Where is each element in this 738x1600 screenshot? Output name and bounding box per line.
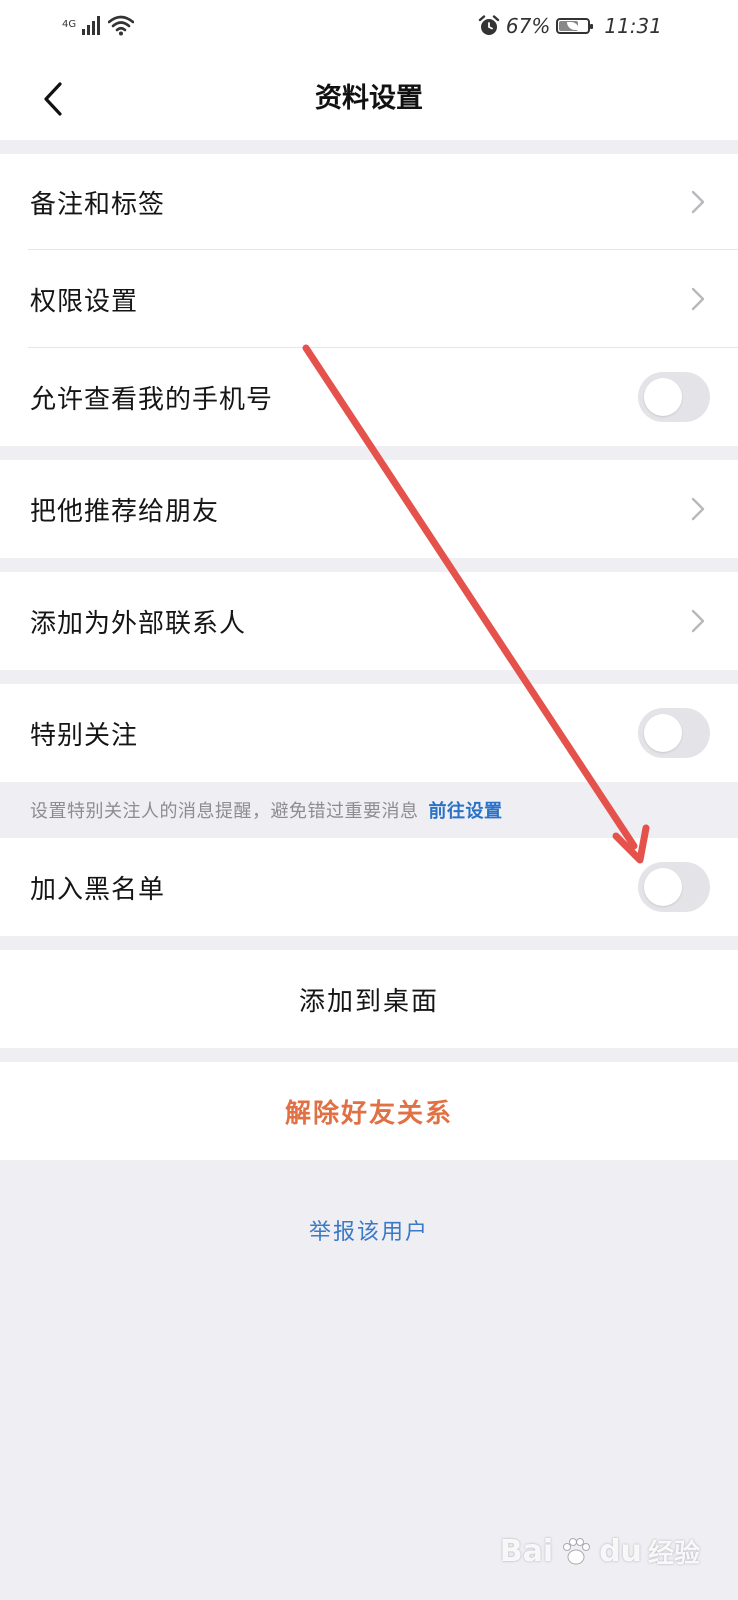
toggle-knob	[644, 378, 682, 416]
row-label: 允许查看我的手机号	[30, 384, 274, 415]
chevron-right-icon	[691, 609, 705, 633]
remove-friend-button[interactable]: 解除好友关系	[0, 1062, 738, 1160]
row-allow-phone: 允许查看我的手机号	[0, 348, 738, 446]
add-to-desktop-label: 添加到桌面	[298, 986, 439, 1017]
row-special-follow: 特别关注	[0, 684, 738, 782]
watermark-jingyan: 经验	[647, 1539, 700, 1569]
status-right: 67% 11:31	[478, 14, 662, 38]
row-permissions[interactable]: 权限设置	[0, 250, 738, 348]
battery-percent: 67%	[505, 14, 551, 38]
toggle-knob	[644, 868, 682, 906]
row-external-contact[interactable]: 添加为外部联系人	[0, 572, 738, 670]
add-to-desktop-button[interactable]: 添加到桌面	[0, 950, 738, 1048]
chevron-right-icon	[691, 190, 705, 214]
row-notes-tags[interactable]: 备注和标签	[0, 154, 738, 250]
hint-text: 设置特别关注人的消息提醒，避免错过重要消息	[30, 801, 419, 822]
special-follow-hint: 设置特别关注人的消息提醒，避免错过重要消息 前往设置	[0, 782, 738, 838]
wifi-icon	[108, 15, 135, 36]
row-label: 权限设置	[30, 286, 139, 317]
row-label: 添加为外部联系人	[30, 608, 247, 639]
battery-icon	[556, 18, 594, 34]
row-label: 把他推荐给朋友	[30, 496, 220, 527]
nav-bar: 资料设置	[0, 58, 738, 140]
paw-icon	[563, 1537, 591, 1564]
toggle-knob	[644, 714, 682, 752]
baidu-watermark: Bai du 经验	[500, 1533, 700, 1570]
chevron-right-icon	[691, 287, 705, 311]
allow-phone-toggle[interactable]	[638, 372, 710, 422]
report-user-link[interactable]: 举报该用户	[0, 1208, 738, 1252]
row-label: 特别关注	[30, 720, 139, 751]
page-title: 资料设置	[315, 83, 423, 114]
signal-icon	[82, 15, 101, 35]
row-recommend[interactable]: 把他推荐给朋友	[0, 460, 738, 558]
profile-settings-screen: 4G 67% 11:31 资料设置 备注和标签 权限设置 允许查看我的手机号 把…	[0, 0, 738, 1600]
row-label: 备注和标签	[30, 189, 166, 220]
status-bar: 4G 67% 11:31	[0, 0, 738, 58]
alarm-icon	[478, 15, 500, 35]
network-type: 4G	[62, 19, 77, 30]
special-follow-toggle[interactable]	[638, 708, 710, 758]
watermark-bai: Bai	[499, 1534, 554, 1569]
row-label: 加入黑名单	[30, 874, 166, 905]
remove-friend-label: 解除好友关系	[284, 1098, 453, 1129]
clock: 11:31	[604, 14, 662, 38]
row-blacklist: 加入黑名单	[0, 838, 738, 936]
chevron-right-icon	[691, 497, 705, 521]
go-settings-link[interactable]: 前往设置	[429, 797, 503, 823]
watermark-du: du	[599, 1534, 642, 1569]
status-left: 4G	[62, 14, 135, 36]
blacklist-toggle[interactable]	[638, 862, 710, 912]
